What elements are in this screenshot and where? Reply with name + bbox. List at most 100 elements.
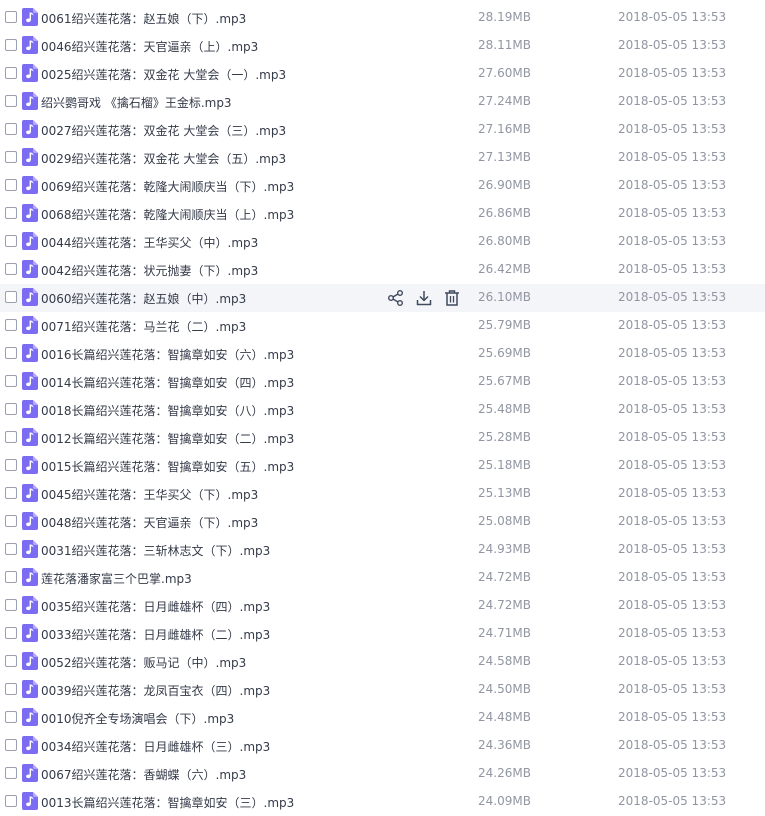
file-name[interactable]: 0069绍兴莲花落：乾隆大闹顺庆当（下）.mp3 [41, 178, 294, 195]
row-checkbox[interactable] [5, 767, 17, 779]
file-name[interactable]: 0042绍兴莲花落：状元抛妻（下）.mp3 [41, 262, 258, 279]
row-checkbox[interactable] [5, 11, 17, 23]
file-name[interactable]: 0031绍兴莲花落：三斩林志文（下）.mp3 [41, 542, 270, 559]
row-checkbox[interactable] [5, 683, 17, 695]
file-size: 27.60MB [478, 66, 531, 80]
file-name[interactable]: 0044绍兴莲花落：王华买父（中）.mp3 [41, 234, 258, 251]
row-checkbox[interactable] [5, 543, 17, 555]
file-row[interactable]: 0013长篇绍兴莲花落：智擒章如安（三）.mp3 24.09MB 2018-05… [0, 788, 765, 816]
file-name[interactable]: 0014长篇绍兴莲花落：智擒章如安（四）.mp3 [41, 374, 294, 391]
file-row[interactable]: 0044绍兴莲花落：王华买父（中）.mp3 26.80MB 2018-05-05… [0, 228, 765, 256]
row-checkbox[interactable] [5, 235, 17, 247]
row-checkbox[interactable] [5, 39, 17, 51]
file-name[interactable]: 0035绍兴莲花落：日月雌雄杯（四）.mp3 [41, 598, 270, 615]
file-row[interactable]: 0052绍兴莲花落：贩马记（中）.mp3 24.58MB 2018-05-05 … [0, 648, 765, 676]
row-checkbox[interactable] [5, 151, 17, 163]
file-date: 2018-05-05 13:53 [618, 234, 727, 248]
download-icon[interactable] [414, 288, 434, 308]
file-row[interactable]: 0039绍兴莲花落：龙凤百宝衣（四）.mp3 24.50MB 2018-05-0… [0, 676, 765, 704]
audio-file-icon [22, 316, 38, 334]
file-name[interactable]: 0052绍兴莲花落：贩马记（中）.mp3 [41, 654, 246, 671]
row-checkbox[interactable] [5, 487, 17, 499]
row-checkbox[interactable] [5, 95, 17, 107]
audio-file-icon [22, 64, 38, 82]
file-name[interactable]: 0018长篇绍兴莲花落：智擒章如安（八）.mp3 [41, 402, 294, 419]
row-checkbox[interactable] [5, 515, 17, 527]
file-row[interactable]: 0014长篇绍兴莲花落：智擒章如安（四）.mp3 25.67MB 2018-05… [0, 368, 765, 396]
file-row[interactable]: 0042绍兴莲花落：状元抛妻（下）.mp3 26.42MB 2018-05-05… [0, 256, 765, 284]
row-checkbox[interactable] [5, 319, 17, 331]
file-row[interactable]: 0010倪齐全专场演唱会（下）.mp3 24.48MB 2018-05-05 1… [0, 704, 765, 732]
file-row[interactable]: 0033绍兴莲花落：日月雌雄杯（二）.mp3 24.71MB 2018-05-0… [0, 620, 765, 648]
file-name[interactable]: 0029绍兴莲花落：双金花 大堂会（五）.mp3 [41, 150, 286, 167]
row-checkbox[interactable] [5, 571, 17, 583]
file-name[interactable]: 0045绍兴莲花落：王华买父（下）.mp3 [41, 486, 258, 503]
file-date: 2018-05-05 13:53 [618, 10, 727, 24]
file-row[interactable]: 0031绍兴莲花落：三斩林志文（下）.mp3 24.93MB 2018-05-0… [0, 536, 765, 564]
file-row[interactable]: 0045绍兴莲花落：王华买父（下）.mp3 25.13MB 2018-05-05… [0, 480, 765, 508]
file-name[interactable]: 0010倪齐全专场演唱会（下）.mp3 [41, 710, 234, 727]
file-row[interactable]: 0015长篇绍兴莲花落：智擒章如安（五）.mp3 25.18MB 2018-05… [0, 452, 765, 480]
row-checkbox[interactable] [5, 123, 17, 135]
row-checkbox[interactable] [5, 711, 17, 723]
file-name[interactable]: 0067绍兴莲花落：香蝴蝶（六）.mp3 [41, 766, 246, 783]
row-checkbox[interactable] [5, 347, 17, 359]
row-checkbox[interactable] [5, 403, 17, 415]
file-row[interactable]: 0071绍兴莲花落：马兰花（二）.mp3 25.79MB 2018-05-05 … [0, 312, 765, 340]
file-name[interactable]: 0034绍兴莲花落：日月雌雄杯（三）.mp3 [41, 738, 270, 755]
file-row[interactable]: 0018长篇绍兴莲花落：智擒章如安（八）.mp3 25.48MB 2018-05… [0, 396, 765, 424]
file-size: 27.24MB [478, 94, 531, 108]
row-checkbox[interactable] [5, 655, 17, 667]
file-row[interactable]: 0027绍兴莲花落：双金花 大堂会（三）.mp3 27.16MB 2018-05… [0, 116, 765, 144]
file-name[interactable]: 绍兴鹦哥戏 《擒石榴》王金标.mp3 [41, 94, 232, 111]
row-checkbox[interactable] [5, 291, 17, 303]
file-name[interactable]: 0046绍兴莲花落：天官逼亲（上）.mp3 [41, 38, 258, 55]
file-name[interactable]: 0061绍兴莲花落：赵五娘（下）.mp3 [41, 10, 246, 27]
row-checkbox[interactable] [5, 795, 17, 807]
file-row[interactable]: 0012长篇绍兴莲花落：智擒章如安（二）.mp3 25.28MB 2018-05… [0, 424, 765, 452]
row-checkbox[interactable] [5, 375, 17, 387]
file-row[interactable]: 0048绍兴莲花落：天官逼亲（下）.mp3 25.08MB 2018-05-05… [0, 508, 765, 536]
trash-icon[interactable] [442, 288, 462, 308]
audio-file-icon [22, 148, 38, 166]
file-name[interactable]: 0027绍兴莲花落：双金花 大堂会（三）.mp3 [41, 122, 286, 139]
file-row[interactable]: 莲花落潘家富三个巴掌.mp3 24.72MB 2018-05-05 13:53 [0, 564, 765, 592]
file-row[interactable]: 0035绍兴莲花落：日月雌雄杯（四）.mp3 24.72MB 2018-05-0… [0, 592, 765, 620]
file-name[interactable]: 0071绍兴莲花落：马兰花（二）.mp3 [41, 318, 246, 335]
file-row[interactable]: 0068绍兴莲花落：乾隆大闹顺庆当（上）.mp3 26.86MB 2018-05… [0, 200, 765, 228]
file-row[interactable]: 0060绍兴莲花落：赵五娘（中）.mp3 26.10MB 2018-05-05 … [0, 284, 765, 312]
row-checkbox[interactable] [5, 207, 17, 219]
file-name[interactable]: 0015长篇绍兴莲花落：智擒章如安（五）.mp3 [41, 458, 294, 475]
file-name[interactable]: 0013长篇绍兴莲花落：智擒章如安（三）.mp3 [41, 794, 294, 811]
file-row[interactable]: 0069绍兴莲花落：乾隆大闹顺庆当（下）.mp3 26.90MB 2018-05… [0, 172, 765, 200]
file-name[interactable]: 0039绍兴莲花落：龙凤百宝衣（四）.mp3 [41, 682, 270, 699]
row-checkbox[interactable] [5, 67, 17, 79]
row-checkbox[interactable] [5, 431, 17, 443]
row-checkbox[interactable] [5, 599, 17, 611]
file-name[interactable]: 0068绍兴莲花落：乾隆大闹顺庆当（上）.mp3 [41, 206, 294, 223]
file-row[interactable]: 0016长篇绍兴莲花落：智擒章如安（六）.mp3 25.69MB 2018-05… [0, 340, 765, 368]
file-row[interactable]: 0034绍兴莲花落：日月雌雄杯（三）.mp3 24.36MB 2018-05-0… [0, 732, 765, 760]
audio-file-icon [22, 484, 38, 502]
file-name[interactable]: 0012长篇绍兴莲花落：智擒章如安（二）.mp3 [41, 430, 294, 447]
file-name[interactable]: 0048绍兴莲花落：天官逼亲（下）.mp3 [41, 514, 258, 531]
row-checkbox[interactable] [5, 263, 17, 275]
file-size: 24.72MB [478, 598, 531, 612]
share-icon[interactable] [386, 288, 406, 308]
file-name[interactable]: 0033绍兴莲花落：日月雌雄杯（二）.mp3 [41, 626, 270, 643]
row-checkbox[interactable] [5, 627, 17, 639]
row-checkbox[interactable] [5, 739, 17, 751]
file-row[interactable]: 0067绍兴莲花落：香蝴蝶（六）.mp3 24.26MB 2018-05-05 … [0, 760, 765, 788]
file-row[interactable]: 0061绍兴莲花落：赵五娘（下）.mp3 28.19MB 2018-05-05 … [0, 4, 765, 32]
row-checkbox[interactable] [5, 179, 17, 191]
file-row[interactable]: 0046绍兴莲花落：天官逼亲（上）.mp3 28.11MB 2018-05-05… [0, 32, 765, 60]
file-name[interactable]: 0025绍兴莲花落：双金花 大堂会（一）.mp3 [41, 66, 286, 83]
file-name[interactable]: 莲花落潘家富三个巴掌.mp3 [41, 570, 192, 587]
file-size: 25.13MB [478, 486, 531, 500]
file-name[interactable]: 0060绍兴莲花落：赵五娘（中）.mp3 [41, 290, 246, 307]
file-name[interactable]: 0016长篇绍兴莲花落：智擒章如安（六）.mp3 [41, 346, 294, 363]
file-row[interactable]: 0025绍兴莲花落：双金花 大堂会（一）.mp3 27.60MB 2018-05… [0, 60, 765, 88]
file-row[interactable]: 绍兴鹦哥戏 《擒石榴》王金标.mp3 27.24MB 2018-05-05 13… [0, 88, 765, 116]
row-checkbox[interactable] [5, 459, 17, 471]
file-row[interactable]: 0029绍兴莲花落：双金花 大堂会（五）.mp3 27.13MB 2018-05… [0, 144, 765, 172]
